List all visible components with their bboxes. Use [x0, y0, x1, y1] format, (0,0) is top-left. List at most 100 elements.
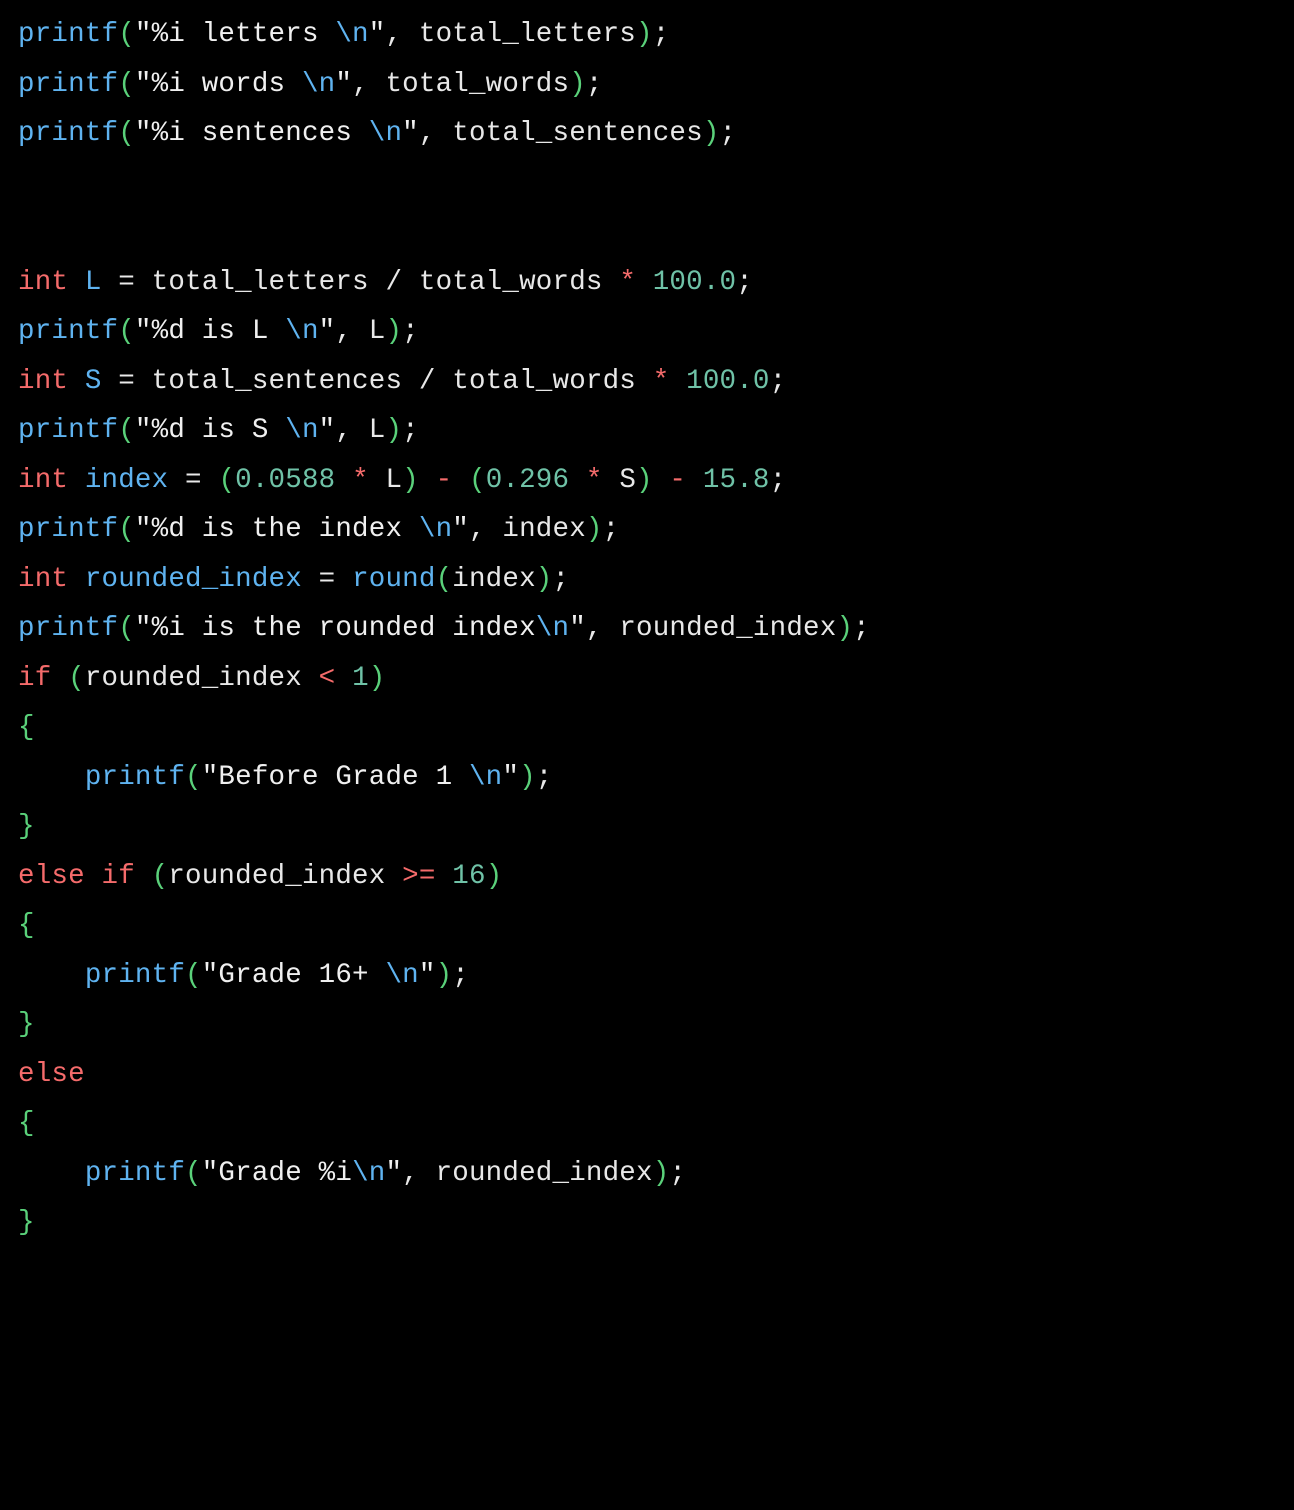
code-token: )	[486, 861, 503, 892]
code-token: ,	[402, 1158, 435, 1189]
code-line: printf("%i words \n", total_words);	[18, 69, 603, 100]
code-token: ;	[536, 762, 553, 793]
code-token: {	[18, 712, 35, 743]
code-token: -	[436, 465, 453, 496]
code-token: *	[653, 366, 670, 397]
code-token: (	[118, 415, 135, 446]
code-line: printf("Grade %i\n", rounded_index);	[18, 1158, 686, 1189]
code-token: )	[703, 118, 720, 149]
code-line: }	[18, 1207, 35, 1238]
code-token: )	[519, 762, 536, 793]
code-token: total_sentences	[152, 366, 403, 397]
code-token: "%i letters	[135, 19, 335, 50]
code-token: total_words	[385, 69, 569, 100]
code-token: printf	[18, 613, 118, 644]
code-token: "Grade %i	[202, 1158, 352, 1189]
code-token: =	[102, 267, 152, 298]
code-token: \n	[285, 415, 318, 446]
code-token: ,	[385, 19, 418, 50]
code-token: total_words	[419, 267, 603, 298]
code-token: ,	[469, 514, 502, 545]
code-token: (	[118, 69, 135, 100]
code-token: \n	[302, 69, 335, 100]
code-token: /	[402, 366, 452, 397]
code-token	[335, 465, 352, 496]
code-token: L	[369, 415, 386, 446]
code-token: if	[102, 861, 135, 892]
code-token	[335, 663, 352, 694]
code-token: printf	[18, 19, 118, 50]
code-token: 0.296	[486, 465, 570, 496]
code-line: printf("%d is L \n", L);	[18, 316, 419, 347]
code-token: total_letters	[419, 19, 636, 50]
code-line: int rounded_index = round(index);	[18, 564, 569, 595]
code-token: )	[536, 564, 553, 595]
code-token: \n	[335, 19, 368, 50]
code-token: "	[419, 960, 436, 991]
code-token	[85, 861, 102, 892]
code-token: printf	[85, 960, 185, 991]
code-line: printf("%i sentences \n", total_sentence…	[18, 118, 736, 149]
code-token: "	[452, 514, 469, 545]
code-token: )	[385, 415, 402, 446]
code-token: ,	[335, 316, 368, 347]
code-token: 0.0588	[235, 465, 335, 496]
code-token: "	[402, 118, 419, 149]
code-token	[603, 267, 620, 298]
code-token: "	[319, 316, 336, 347]
code-token: }	[18, 811, 35, 842]
code-line: else if (rounded_index >= 16)	[18, 861, 502, 892]
code-token	[452, 465, 469, 496]
code-token: (	[118, 514, 135, 545]
code-line: {	[18, 712, 35, 743]
code-token: "%i words	[135, 69, 302, 100]
code-token: (	[185, 762, 202, 793]
code-token	[302, 663, 319, 694]
code-token: total_letters	[152, 267, 369, 298]
code-token	[436, 861, 453, 892]
code-token: {	[18, 1108, 35, 1139]
code-token: (	[118, 613, 135, 644]
code-token	[636, 267, 653, 298]
code-token: *	[619, 267, 636, 298]
code-line: printf("%d is the index \n", index);	[18, 514, 619, 545]
code-token: *	[586, 465, 603, 496]
code-token: rounded_index	[85, 564, 302, 595]
code-token	[369, 465, 386, 496]
code-token: round	[352, 564, 436, 595]
code-token: \n	[385, 960, 418, 991]
code-token: rounded_index	[619, 613, 836, 644]
code-token: int	[18, 465, 68, 496]
code-line: int L = total_letters / total_words * 10…	[18, 267, 753, 298]
code-token	[686, 465, 703, 496]
code-line: int index = (0.0588 * L) - (0.296 * S) -…	[18, 465, 786, 496]
code-token: ;	[770, 366, 787, 397]
code-token: "	[369, 19, 386, 50]
code-token: \n	[419, 514, 452, 545]
code-token	[68, 564, 85, 595]
code-token	[419, 465, 436, 496]
code-token: total_words	[452, 366, 636, 397]
code-token: ;	[669, 1158, 686, 1189]
code-token: L	[85, 267, 102, 298]
code-token: (	[118, 19, 135, 50]
code-token: )	[369, 663, 386, 694]
code-token: printf	[18, 415, 118, 446]
code-token	[636, 366, 653, 397]
code-token: 16	[452, 861, 485, 892]
code-token: ;	[770, 465, 787, 496]
code-token: =	[168, 465, 218, 496]
code-token: \n	[369, 118, 402, 149]
code-token	[603, 465, 620, 496]
code-token: int	[18, 366, 68, 397]
code-token: int	[18, 564, 68, 595]
code-token: /	[369, 267, 419, 298]
code-token: )	[402, 465, 419, 496]
code-token: 1	[352, 663, 369, 694]
code-token: index	[502, 514, 586, 545]
code-block: printf("%i letters \n", total_letters); …	[0, 0, 1294, 1258]
code-token: printf	[18, 514, 118, 545]
code-token: "%i sentences	[135, 118, 369, 149]
code-token: )	[436, 960, 453, 991]
code-token: "%d is L	[135, 316, 285, 347]
